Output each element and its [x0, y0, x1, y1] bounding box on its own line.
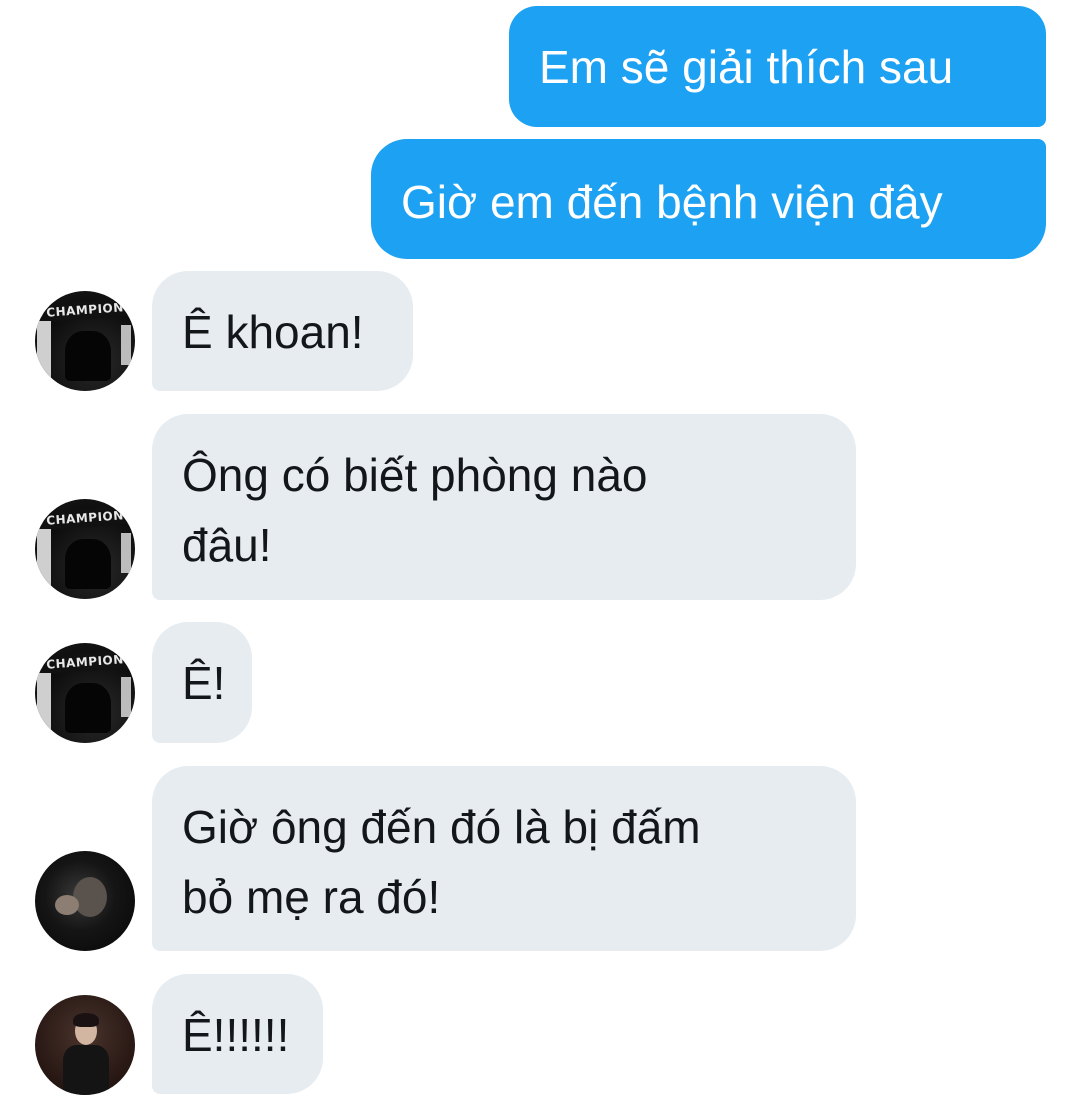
message-text: Ê! — [182, 657, 226, 709]
avatar-detail — [121, 325, 131, 365]
avatar[interactable]: CHAMPION — [35, 499, 135, 599]
incoming-message[interactable]: Ê! — [152, 622, 252, 743]
message-text: Giờ ông đến đó là bị đấm — [182, 801, 701, 853]
avatar-detail — [121, 533, 131, 573]
avatar-badge: CHAMPION — [42, 298, 128, 322]
avatar-badge: CHAMPION — [42, 506, 128, 530]
avatar-detail — [65, 539, 111, 589]
avatar-detail — [73, 877, 107, 917]
avatar[interactable] — [35, 995, 135, 1095]
message-text: Ê!!!!!! — [182, 1009, 290, 1061]
avatar-detail — [65, 683, 111, 733]
message-text: đâu! — [182, 519, 272, 571]
message-text: Ê khoan! — [182, 306, 364, 358]
incoming-message[interactable]: Giờ ông đến đó là bị đấm bỏ mẹ ra đó! — [152, 766, 856, 951]
message-text: bỏ mẹ ra đó! — [182, 871, 441, 923]
chat-thread: Em sẽ giải thích sau Giờ em đến bệnh việ… — [0, 0, 1080, 1114]
incoming-message[interactable]: Ông có biết phòng nào đâu! — [152, 414, 856, 600]
avatar[interactable] — [35, 851, 135, 951]
avatar[interactable]: CHAMPION — [35, 643, 135, 743]
incoming-message[interactable]: Ê!!!!!! — [152, 974, 323, 1094]
incoming-message[interactable]: Ê khoan! — [152, 271, 413, 391]
avatar[interactable]: CHAMPION — [35, 291, 135, 391]
avatar-detail — [65, 331, 111, 381]
message-text: Giờ em đến bệnh viện đây — [401, 176, 943, 228]
avatar-detail — [121, 677, 131, 717]
avatar-detail — [73, 1013, 99, 1027]
avatar-detail — [55, 895, 79, 915]
avatar-detail — [37, 529, 51, 589]
message-text: Ông có biết phòng nào — [182, 449, 648, 501]
avatar-detail — [37, 321, 51, 381]
outgoing-message[interactable]: Em sẽ giải thích sau — [509, 6, 1046, 127]
avatar-detail — [63, 1045, 109, 1095]
message-text: Em sẽ giải thích sau — [539, 41, 954, 93]
avatar-detail — [37, 673, 51, 733]
avatar-badge: CHAMPION — [42, 650, 128, 674]
outgoing-message[interactable]: Giờ em đến bệnh viện đây — [371, 139, 1046, 259]
